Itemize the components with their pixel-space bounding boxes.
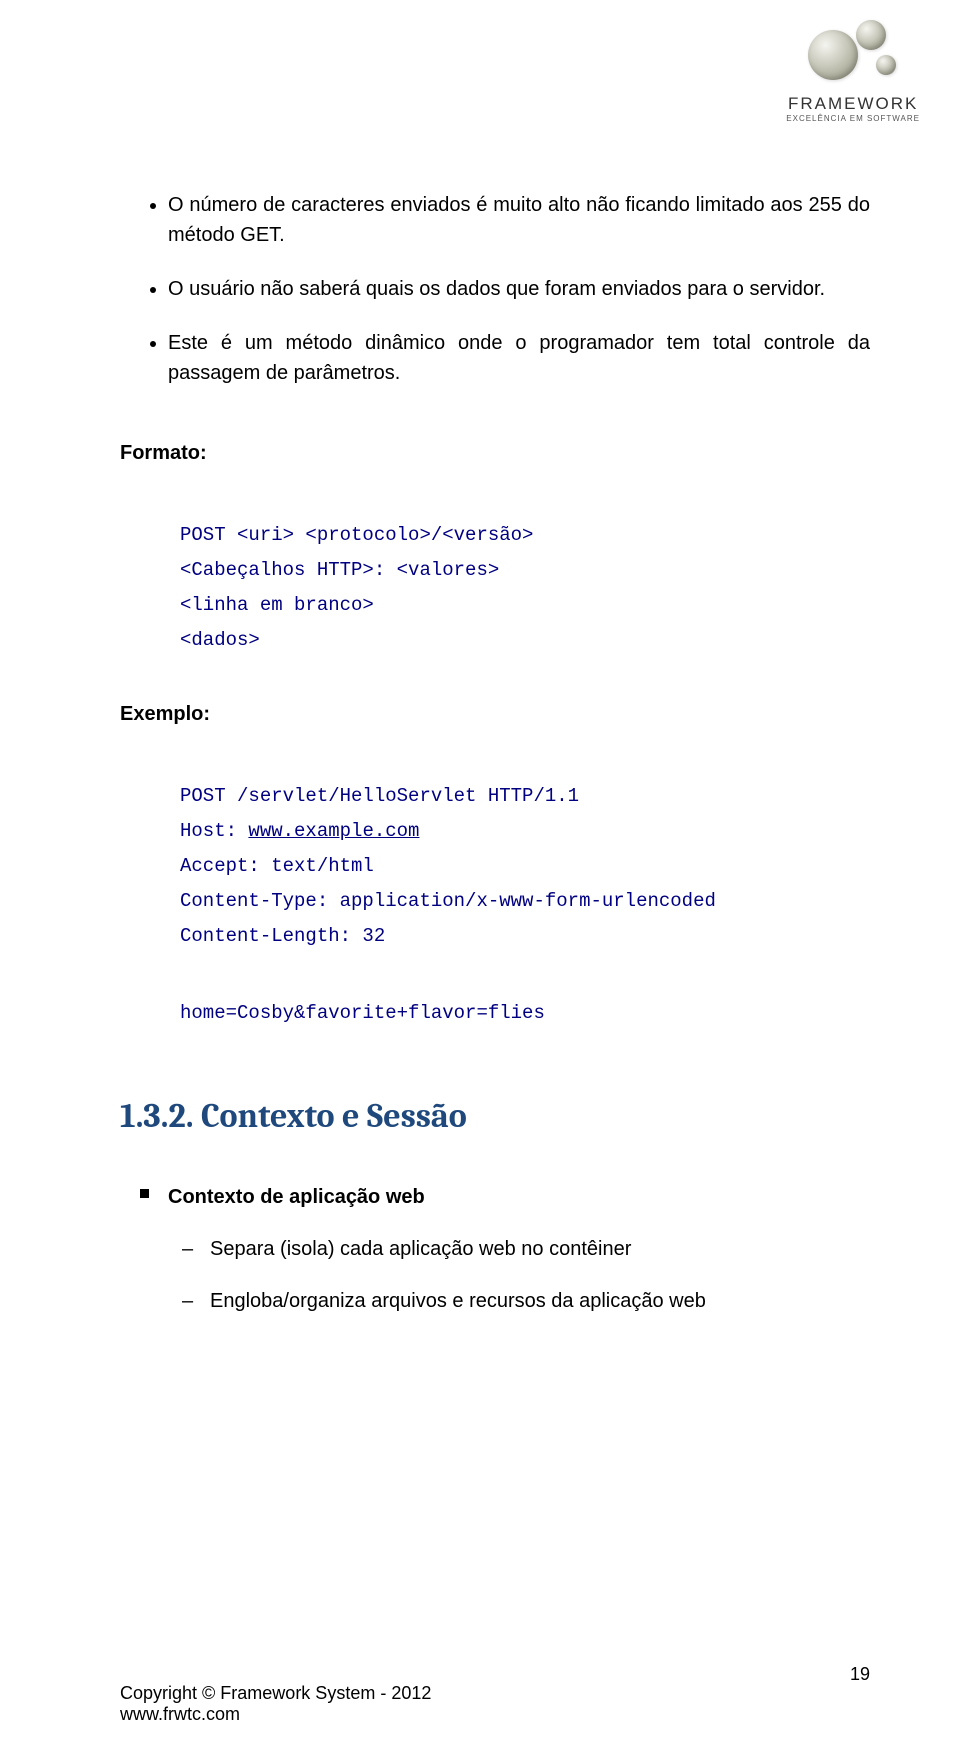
logo-sphere-icon <box>876 55 896 75</box>
blank-line <box>180 954 870 996</box>
list-item: O usuário não saberá quais os dados que … <box>168 274 870 304</box>
formato-label: Formato: <box>120 438 870 468</box>
logo-sphere-icon <box>808 30 858 80</box>
code-line: <Cabeçalhos HTTP>: <valores> <box>180 553 870 588</box>
code-line: <dados> <box>180 623 870 658</box>
code-text: Host: <box>180 820 248 842</box>
list-item: O número de caracteres enviados é muito … <box>168 190 870 250</box>
logo-graphic <box>786 20 916 90</box>
context-list: Contexto de aplicação web Separa (isola)… <box>120 1182 870 1316</box>
footer-copyright: Copyright © Framework System - 2012 <box>120 1683 870 1704</box>
list-item: Engloba/organiza arquivos e recursos da … <box>210 1286 870 1316</box>
code-line: Accept: text/html <box>180 849 870 884</box>
bullet-list: O número de caracteres enviados é muito … <box>120 190 870 388</box>
brand-name: FRAMEWORK <box>786 94 920 114</box>
formato-code-block: POST <uri> <protocolo>/<versão> <Cabeçal… <box>180 518 870 659</box>
code-line: <linha em branco> <box>180 588 870 623</box>
code-line: home=Cosby&favorite+flavor=flies <box>180 996 870 1031</box>
page: FRAMEWORK EXCELÊNCIA EM SOFTWARE O númer… <box>0 0 960 1743</box>
section-heading: 1.3.2. Contexto e Sessão <box>120 1091 870 1142</box>
logo-sphere-icon <box>856 20 886 50</box>
code-line: Content-Type: application/x-www-form-url… <box>180 884 870 919</box>
page-number: 19 <box>850 1664 870 1685</box>
exemplo-label: Exemplo: <box>120 699 870 729</box>
code-line: Host: www.example.com <box>180 814 870 849</box>
brand-logo: FRAMEWORK EXCELÊNCIA EM SOFTWARE <box>786 20 920 123</box>
host-link[interactable]: www.example.com <box>248 820 419 842</box>
brand-tagline: EXCELÊNCIA EM SOFTWARE <box>786 114 920 123</box>
context-title: Contexto de aplicação web <box>168 1186 425 1208</box>
context-item: Contexto de aplicação web Separa (isola)… <box>168 1182 870 1316</box>
code-line: POST /servlet/HelloServlet HTTP/1.1 <box>180 779 870 814</box>
footer-url: www.frwtc.com <box>120 1704 870 1725</box>
exemplo-code-block: POST /servlet/HelloServlet HTTP/1.1 Host… <box>180 779 870 1032</box>
code-line: Content-Length: 32 <box>180 919 870 954</box>
list-item: Separa (isola) cada aplicação web no con… <box>210 1234 870 1264</box>
context-sublist: Separa (isola) cada aplicação web no con… <box>168 1234 870 1316</box>
page-footer: Copyright © Framework System - 2012 www.… <box>120 1683 870 1725</box>
list-item: Este é um método dinâmico onde o program… <box>168 328 870 388</box>
code-line: POST <uri> <protocolo>/<versão> <box>180 518 870 553</box>
document-body: O número de caracteres enviados é muito … <box>120 190 870 1316</box>
